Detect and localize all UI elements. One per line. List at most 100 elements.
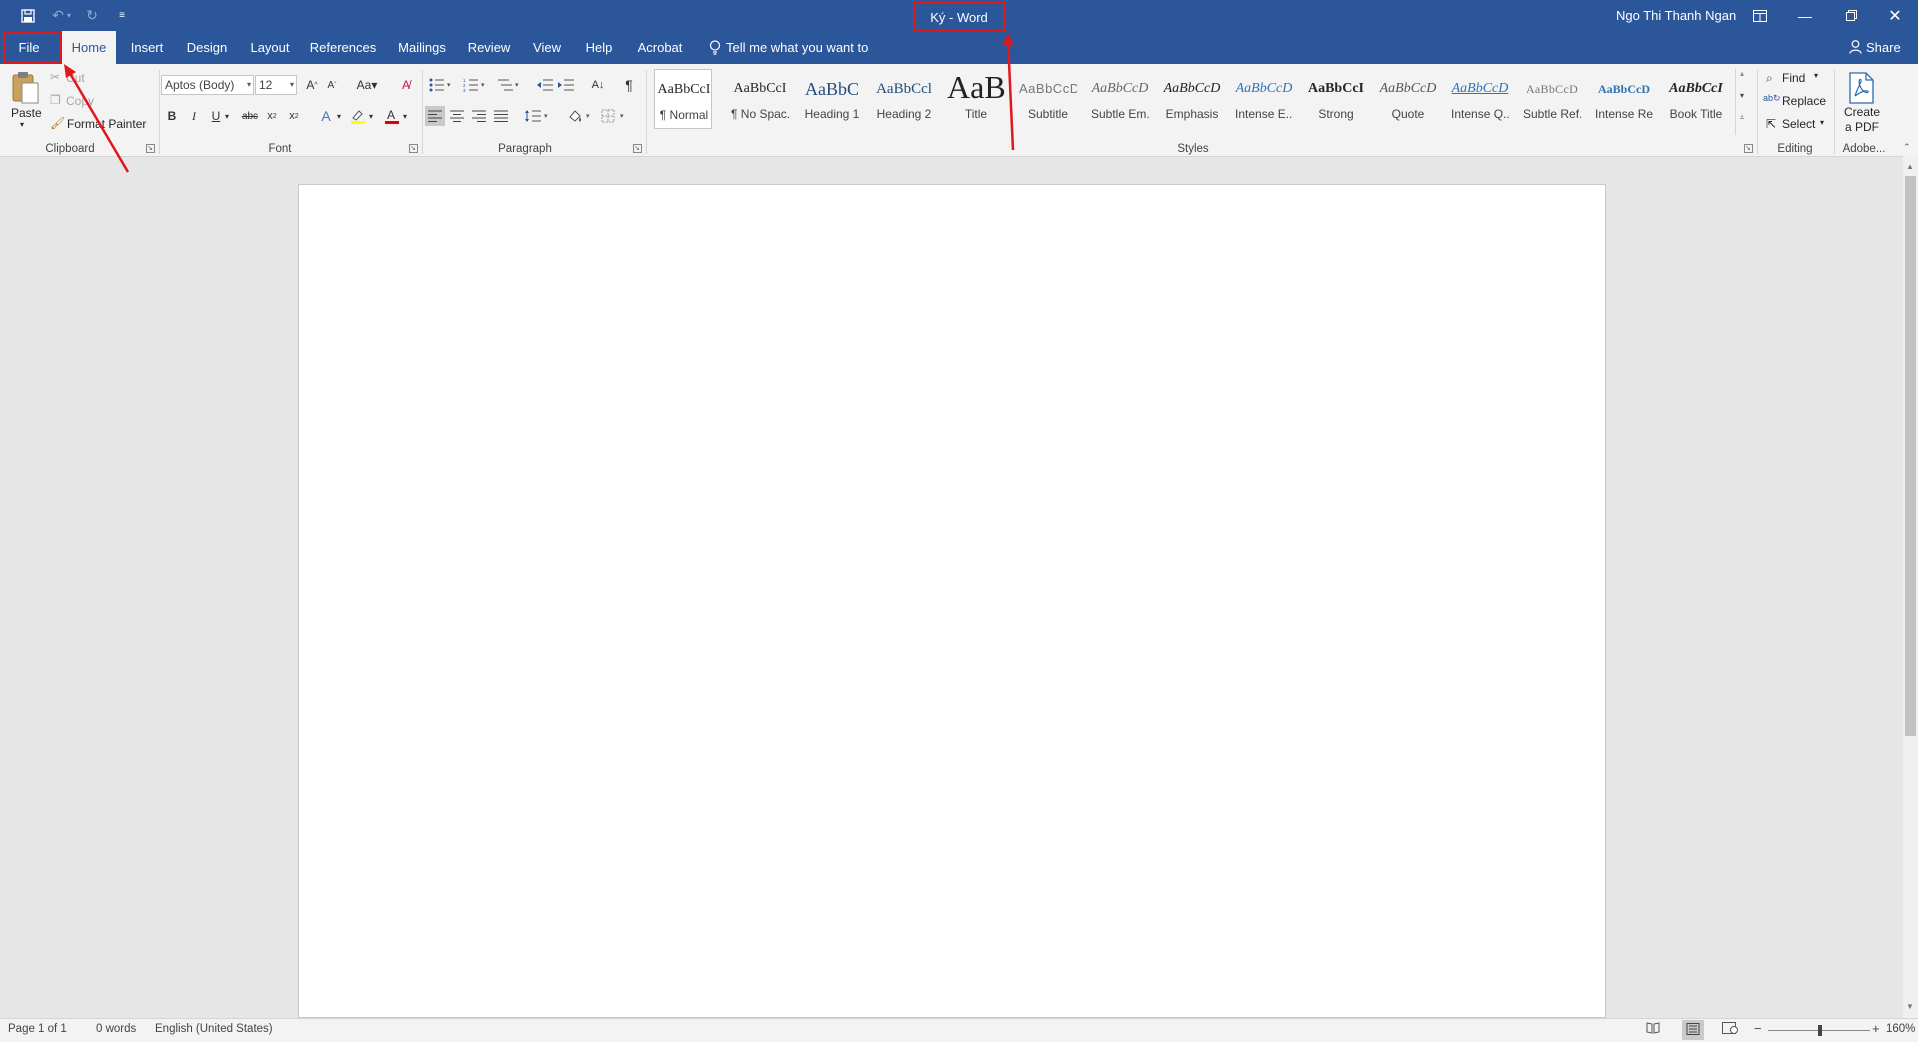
- subscript-icon[interactable]: x2: [262, 106, 282, 126]
- web-layout-icon[interactable]: [1722, 1022, 1738, 1037]
- read-mode-icon[interactable]: [1646, 1022, 1660, 1037]
- create-pdf-button[interactable]: Create: [1844, 105, 1880, 119]
- clipboard-launcher-icon[interactable]: ↘: [146, 144, 155, 153]
- share-person-icon[interactable]: [1846, 31, 1864, 64]
- tab-acrobat[interactable]: Acrobat: [630, 31, 690, 64]
- zoom-level[interactable]: 160%: [1886, 1023, 1915, 1035]
- create-pdf-button-line2[interactable]: a PDF: [1844, 120, 1880, 134]
- paste-button[interactable]: Paste: [11, 106, 42, 120]
- align-right-icon[interactable]: [469, 106, 489, 126]
- font-color-icon[interactable]: A: [382, 106, 402, 126]
- scroll-down-icon[interactable]: ▼: [1906, 1002, 1914, 1011]
- document-page[interactable]: [298, 184, 1606, 1018]
- decrease-indent-icon[interactable]: [535, 75, 555, 95]
- line-spacing-icon[interactable]: ▾: [524, 106, 552, 126]
- style-subtitle[interactable]: AaBbCcD Subtitle: [1019, 69, 1077, 129]
- style-strong[interactable]: AaBbCcI Strong: [1307, 69, 1365, 129]
- styles-scroll-up-icon[interactable]: ▴: [1736, 69, 1748, 91]
- zoom-in-icon[interactable]: +: [1872, 1021, 1880, 1036]
- scroll-up-icon[interactable]: ▲: [1906, 162, 1914, 171]
- increase-indent-icon[interactable]: [556, 75, 576, 95]
- highlight-dropdown-icon[interactable]: ▾: [366, 106, 376, 126]
- tab-review[interactable]: Review: [464, 31, 514, 64]
- language-indicator[interactable]: English (United States): [155, 1023, 273, 1035]
- close-icon[interactable]: ✕: [1872, 0, 1918, 31]
- style-heading-2[interactable]: AaBbCcl Heading 2: [875, 69, 933, 129]
- style-subtle-emphasis[interactable]: AaBbCcD Subtle Em...: [1091, 69, 1149, 129]
- select-dropdown-icon[interactable]: ▾: [1820, 118, 1824, 127]
- style-no-spacing[interactable]: AaBbCcI ¶ No Spac...: [731, 69, 789, 129]
- style-intense-quote[interactable]: AaBbCcD Intense Q...: [1451, 69, 1509, 129]
- find-dropdown-icon[interactable]: ▾: [1814, 71, 1818, 80]
- tab-view[interactable]: View: [525, 31, 569, 64]
- style-subtle-reference[interactable]: AaBbCcD Subtle Ref...: [1523, 69, 1581, 129]
- font-name-combo[interactable]: Aptos (Body) ▾: [161, 75, 254, 95]
- numbering-icon[interactable]: 1 2 3 ▾: [462, 75, 488, 95]
- style-emphasis[interactable]: AaBbCcD Emphasis: [1163, 69, 1221, 129]
- zoom-slider-thumb[interactable]: [1818, 1025, 1822, 1036]
- bullets-icon[interactable]: ▾: [428, 75, 454, 95]
- shading-icon[interactable]: ▾: [566, 106, 594, 126]
- grow-font-icon[interactable]: A ^: [302, 75, 322, 95]
- font-size-combo[interactable]: 12 ▾: [255, 75, 297, 95]
- tab-references[interactable]: References: [306, 31, 380, 64]
- align-left-icon[interactable]: [425, 106, 445, 126]
- align-center-icon[interactable]: [447, 106, 467, 126]
- highlight-color-icon[interactable]: [348, 106, 368, 126]
- tab-layout[interactable]: Layout: [244, 31, 296, 64]
- show-formatting-marks-icon[interactable]: ¶: [619, 75, 639, 95]
- tab-home[interactable]: Home: [62, 31, 116, 64]
- styles-launcher-icon[interactable]: ↘: [1744, 144, 1753, 153]
- customize-qat-icon[interactable]: ≡: [110, 0, 134, 31]
- clear-formatting-icon[interactable]: A̸: [396, 75, 416, 95]
- style-heading-1[interactable]: AaBbC Heading 1: [803, 69, 861, 129]
- word-count[interactable]: 0 words: [96, 1023, 136, 1035]
- scroll-thumb[interactable]: [1905, 176, 1916, 736]
- share-button[interactable]: Share: [1866, 31, 1906, 64]
- tab-help[interactable]: Help: [578, 31, 620, 64]
- strikethrough-icon[interactable]: abc: [240, 106, 260, 126]
- copy-button[interactable]: Copy: [66, 94, 94, 108]
- style-normal[interactable]: AaBbCcI ¶ Normal: [654, 69, 712, 129]
- text-effects-dropdown-icon[interactable]: ▾: [334, 106, 344, 126]
- justify-icon[interactable]: [491, 106, 511, 126]
- redo-icon[interactable]: ↻: [80, 0, 104, 31]
- select-button[interactable]: Select: [1782, 117, 1815, 131]
- undo-dropdown-icon[interactable]: ▾: [64, 0, 74, 31]
- underline-dropdown-icon[interactable]: ▾: [222, 106, 232, 126]
- create-pdf-icon[interactable]: [1848, 72, 1876, 104]
- superscript-icon[interactable]: x2: [284, 106, 304, 126]
- multilevel-list-icon[interactable]: ▾: [496, 75, 522, 95]
- sort-icon[interactable]: A↓: [588, 75, 608, 95]
- restore-icon[interactable]: [1828, 0, 1874, 31]
- collapse-ribbon-icon[interactable]: ⌃: [1903, 142, 1911, 153]
- styles-more-icon[interactable]: ⩡: [1736, 113, 1748, 135]
- tell-me-search[interactable]: Tell me what you want to do: [726, 31, 886, 88]
- clipboard-paste-icon[interactable]: [10, 71, 42, 105]
- print-layout-icon[interactable]: [1682, 1020, 1704, 1040]
- replace-button[interactable]: Replace: [1782, 94, 1826, 108]
- borders-icon[interactable]: ▾: [600, 106, 628, 126]
- paste-dropdown-icon[interactable]: ▾: [20, 120, 24, 129]
- bold-icon[interactable]: B: [162, 106, 182, 126]
- cut-button[interactable]: Cut: [66, 71, 85, 85]
- style-quote[interactable]: AaBbCcD Quote: [1379, 69, 1437, 129]
- format-painter-button[interactable]: Format Painter: [67, 117, 146, 131]
- style-title[interactable]: AaB Title: [947, 69, 1005, 129]
- italic-icon[interactable]: I: [184, 106, 204, 126]
- tab-mailings[interactable]: Mailings: [390, 31, 454, 64]
- save-icon[interactable]: [16, 0, 40, 31]
- find-button[interactable]: Find: [1782, 71, 1805, 85]
- zoom-out-icon[interactable]: −: [1754, 1021, 1762, 1036]
- text-effects-icon[interactable]: A: [316, 106, 336, 126]
- font-launcher-icon[interactable]: ↘: [409, 144, 418, 153]
- minimize-icon[interactable]: —: [1782, 0, 1828, 31]
- style-intense-emphasis[interactable]: AaBbCcD Intense E...: [1235, 69, 1293, 129]
- tab-design[interactable]: Design: [180, 31, 234, 64]
- styles-scroll-down-icon[interactable]: ▾: [1736, 91, 1748, 113]
- ribbon-display-options-icon[interactable]: [1737, 0, 1783, 31]
- user-name[interactable]: Ngo Thi Thanh Ngan: [1616, 0, 1736, 31]
- change-case-icon[interactable]: Aa▾: [352, 75, 382, 95]
- font-color-dropdown-icon[interactable]: ▾: [400, 106, 410, 126]
- page-count[interactable]: Page 1 of 1: [8, 1023, 67, 1035]
